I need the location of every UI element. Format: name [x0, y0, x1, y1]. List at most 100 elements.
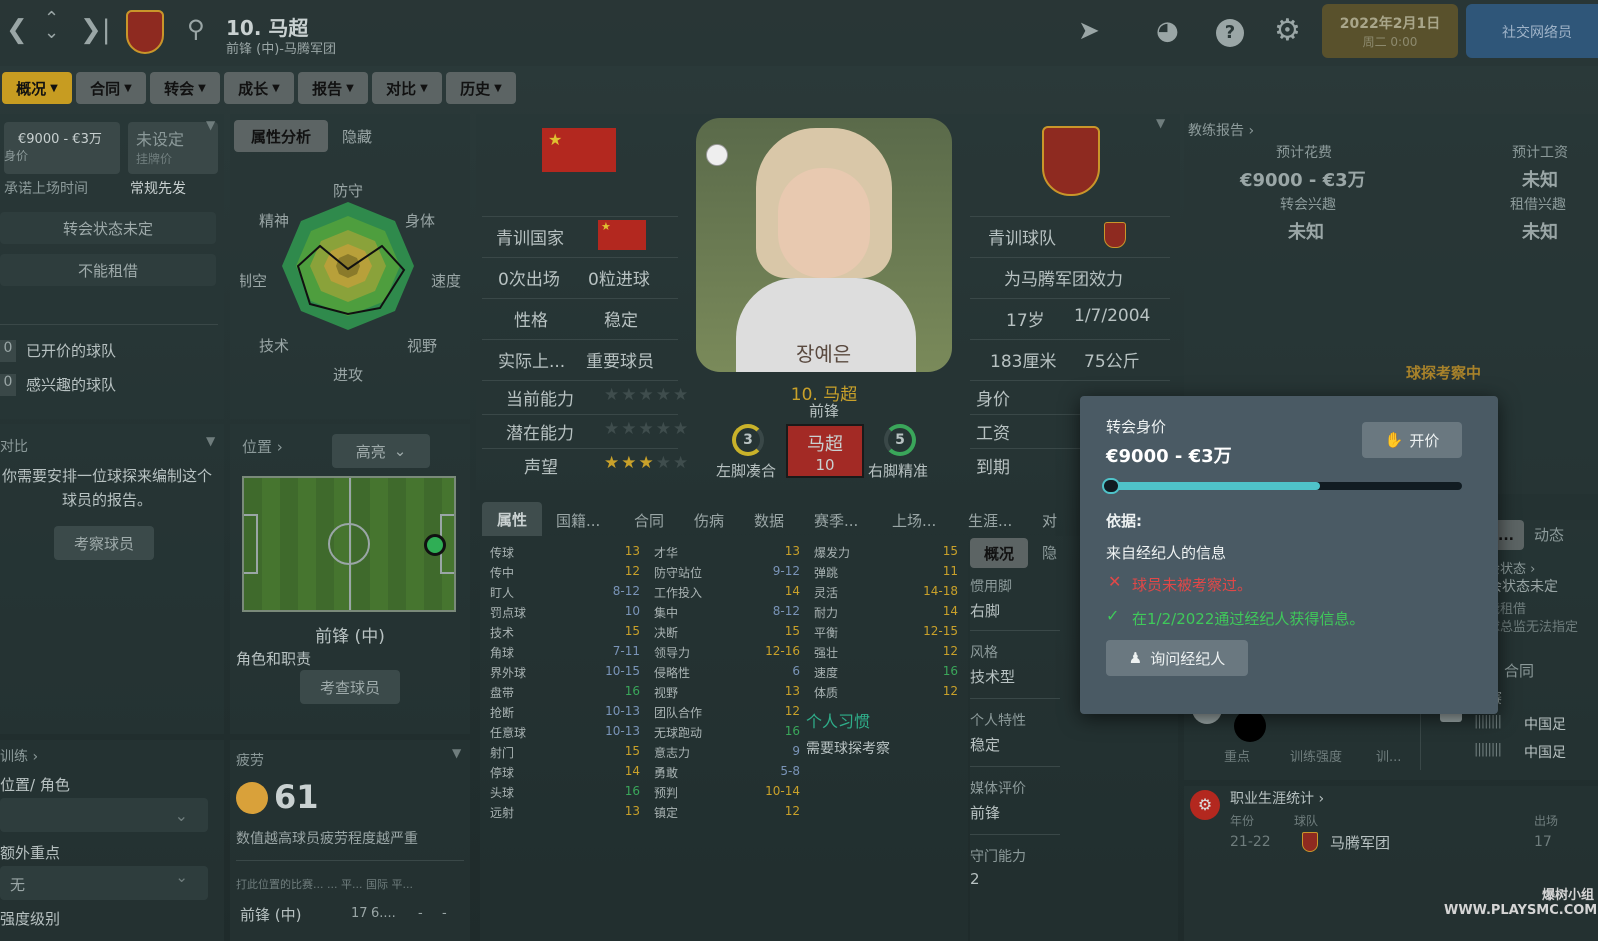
- tab-dynamics[interactable]: 动态: [1534, 524, 1564, 545]
- attribute-row[interactable]: 速度 16: [814, 664, 958, 684]
- career-club-name[interactable]: 马腾军团: [1330, 832, 1390, 853]
- ask-agent-button[interactable]: ♟ 询问经纪人: [1106, 640, 1248, 676]
- attribute-row[interactable]: 防守站位 9-12: [654, 564, 800, 584]
- attribute-name: 罚点球: [490, 606, 527, 620]
- subtab-season[interactable]: 赛季...: [814, 510, 858, 531]
- subtab-nationality[interactable]: 国籍...: [556, 510, 600, 531]
- attribute-row[interactable]: 罚点球 10: [490, 604, 640, 624]
- date-button[interactable]: 2022年2月1日 周二 0:00: [1322, 4, 1458, 58]
- tab-contract[interactable]: 合同 ▼: [76, 72, 146, 104]
- value-card[interactable]: €9000 - €3万 身价: [4, 122, 120, 174]
- position-link[interactable]: 位置 ›: [242, 436, 283, 457]
- transfer-status-button[interactable]: 转会状态未定: [0, 212, 216, 244]
- attribute-row[interactable]: 侵略性 6: [654, 664, 800, 684]
- attribute-row[interactable]: 勇敢 5-8: [654, 764, 800, 784]
- social-network-button[interactable]: 社交网络员: [1466, 4, 1598, 58]
- attribute-row[interactable]: 角球 7-11: [490, 644, 640, 664]
- attribute-row[interactable]: 预判 10-14: [654, 784, 800, 804]
- attribute-name: 传球: [490, 546, 515, 560]
- attribute-row[interactable]: 耐力 14: [814, 604, 958, 624]
- up-down-icon[interactable]: ⌃ ⌄: [44, 10, 59, 42]
- back-icon[interactable]: ❮: [6, 17, 28, 43]
- settings-gear-icon[interactable]: ⚙: [1274, 16, 1301, 46]
- attribute-row[interactable]: 头球 16: [490, 784, 640, 804]
- subtab-attributes[interactable]: 属性: [482, 502, 542, 536]
- forward-end-icon[interactable]: ❯|: [80, 17, 111, 43]
- tab-attribute-analysis[interactable]: 属性分析: [234, 120, 328, 152]
- attribute-value: 12: [942, 644, 958, 658]
- attribute-row[interactable]: 爆发力 15: [814, 544, 958, 564]
- tab-side-hide[interactable]: 隐: [1042, 542, 1057, 563]
- search-icon[interactable]: ⚲: [187, 17, 205, 41]
- asking-price-card[interactable]: 未设定 挂牌价: [128, 122, 218, 174]
- subtab-stats[interactable]: 数据: [754, 510, 784, 531]
- attribute-row[interactable]: 弹跳 11: [814, 564, 958, 584]
- make-offer-button[interactable]: ✋ 开价: [1362, 422, 1462, 458]
- rocket-icon[interactable]: ➤: [1078, 18, 1100, 44]
- tab-reports[interactable]: 报告 ▼: [298, 72, 368, 104]
- chevron-down-icon[interactable]: ▼: [206, 434, 215, 448]
- career-stats-link[interactable]: 职业生涯统计 ›: [1230, 788, 1324, 808]
- attribute-name: 平衡: [814, 626, 839, 640]
- attribute-row[interactable]: 团队合作 12: [654, 704, 800, 724]
- training-link[interactable]: 训练 ›: [0, 746, 38, 766]
- tab-history[interactable]: 历史 ▼: [446, 72, 516, 104]
- attribute-row[interactable]: 视野 13: [654, 684, 800, 704]
- attribute-row[interactable]: 远射 13: [490, 804, 640, 824]
- chevron-down-icon[interactable]: ▼: [206, 118, 215, 132]
- tab-compare[interactable]: 对比 ▼: [372, 72, 442, 104]
- subtab-contract[interactable]: 合同: [634, 510, 664, 531]
- attribute-row[interactable]: 停球 14: [490, 764, 640, 784]
- subtab-career[interactable]: 生涯...: [968, 510, 1012, 531]
- attribute-row[interactable]: 集中 8-12: [654, 604, 800, 624]
- attribute-row[interactable]: 灵活 14-18: [814, 584, 958, 604]
- tab-transfer[interactable]: 转会 ▼: [150, 72, 220, 104]
- tab-development[interactable]: 成长 ▼: [224, 72, 294, 104]
- coach-report-link[interactable]: 教练报告 ›: [1188, 120, 1254, 140]
- subtab-injury[interactable]: 伤病: [694, 510, 724, 531]
- attribute-row[interactable]: 平衡 12-15: [814, 624, 958, 644]
- chevron-down-icon[interactable]: ▼: [452, 746, 461, 760]
- attribute-row[interactable]: 无球跑动 16: [654, 724, 800, 744]
- help-icon[interactable]: ?: [1216, 19, 1244, 47]
- attribute-row[interactable]: 才华 13: [654, 544, 800, 564]
- chevron-down-icon[interactable]: ▼: [1156, 116, 1165, 130]
- attribute-row[interactable]: 盯人 8-12: [490, 584, 640, 604]
- attribute-row[interactable]: 抢断 10-13: [490, 704, 640, 724]
- club-crest-icon[interactable]: [126, 10, 164, 54]
- attribute-row[interactable]: 传中 12: [490, 564, 640, 584]
- inspect-player-button[interactable]: 考查球员: [300, 670, 400, 704]
- attribute-row[interactable]: 体质 12: [814, 684, 958, 704]
- attribute-row[interactable]: 任意球 10-13: [490, 724, 640, 744]
- pos-role-select[interactable]: ⌄: [0, 798, 208, 832]
- attribute-row[interactable]: 盘带 16: [490, 684, 640, 704]
- attribute-row[interactable]: 传球 13: [490, 544, 640, 564]
- scout-player-button[interactable]: 考察球员: [54, 526, 154, 560]
- globe-icon[interactable]: ◕: [1156, 18, 1179, 44]
- attribute-row[interactable]: 技术 15: [490, 624, 640, 644]
- subtab-compare[interactable]: 对: [1042, 510, 1057, 531]
- attribute-row[interactable]: 意志力 9: [654, 744, 800, 764]
- tab-overview[interactable]: 概况 ▼: [2, 72, 72, 104]
- attribute-row[interactable]: 射门 15: [490, 744, 640, 764]
- extra-focus-select[interactable]: 无 ⌄: [0, 866, 208, 900]
- attribute-row[interactable]: 界外球 10-15: [490, 664, 640, 684]
- no-loan-button[interactable]: 不能租借: [0, 254, 216, 286]
- subtab-appearances[interactable]: 上场...: [892, 510, 936, 531]
- highlight-select[interactable]: 高亮 ⌄: [332, 434, 430, 468]
- left-foot-gauge: 3: [732, 424, 764, 456]
- radar-label: 精神: [259, 212, 289, 230]
- attribute-row[interactable]: 领导力 12-16: [654, 644, 800, 664]
- attribute-row[interactable]: 强壮 12: [814, 644, 958, 664]
- tab-hide[interactable]: 隐藏: [342, 126, 372, 147]
- intensity-label: 强度级别: [0, 910, 61, 928]
- attribute-row[interactable]: 工作投入 14: [654, 584, 800, 604]
- position-marker[interactable]: [424, 534, 446, 556]
- tab-side-overview[interactable]: 概况: [970, 538, 1028, 568]
- tab-contract-right[interactable]: 合同: [1504, 660, 1534, 681]
- interested-clubs-link[interactable]: 感兴趣的球队: [26, 374, 116, 395]
- attribute-row[interactable]: 镇定 12: [654, 804, 800, 824]
- attribute-row[interactable]: 决断 15: [654, 624, 800, 644]
- offered-clubs-link[interactable]: 已开价的球队: [26, 340, 116, 361]
- attribute-value: 13: [624, 544, 640, 558]
